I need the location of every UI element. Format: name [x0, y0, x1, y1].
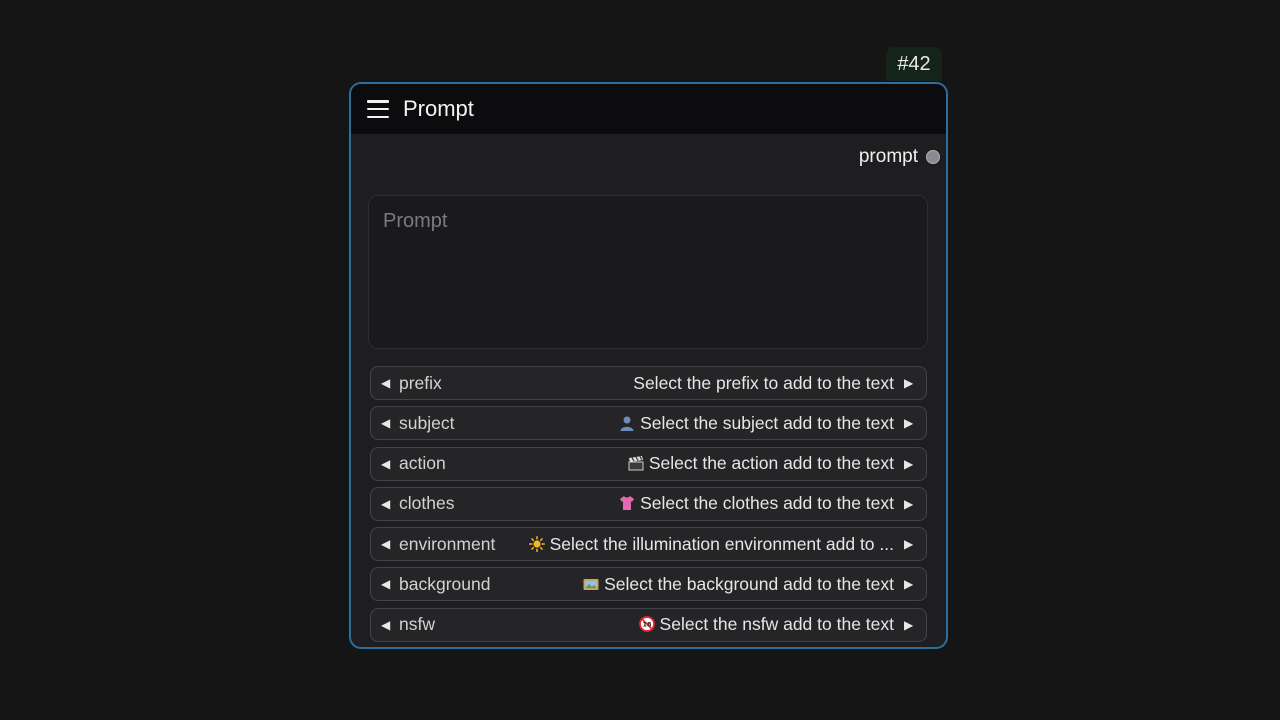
right-arrow-icon[interactable]: ▶	[904, 497, 916, 511]
combo-background[interactable]: ◀ background Select the background add t…	[370, 567, 927, 602]
left-arrow-icon[interactable]: ◀	[381, 618, 393, 632]
prompt-textarea[interactable]	[368, 195, 928, 349]
combo-label: clothes	[399, 493, 455, 514]
node-header[interactable]: Prompt	[351, 84, 946, 134]
output-slot[interactable]: prompt	[859, 146, 940, 168]
sun-icon	[528, 535, 545, 552]
combo-subject[interactable]: ◀ subject Select the subject add to the …	[370, 406, 927, 441]
person-icon	[620, 416, 634, 431]
combo-list: ◀ prefix Select the prefix to add to the…	[370, 366, 927, 647]
hamburger-menu-icon[interactable]	[367, 100, 389, 118]
combo-value[interactable]: Select the subject add to the text	[466, 413, 894, 434]
combo-label: background	[399, 573, 491, 594]
left-arrow-icon[interactable]: ◀	[381, 577, 393, 591]
combo-label: environment	[399, 533, 496, 554]
combo-value[interactable]: Select the background add to the text	[502, 574, 894, 595]
combo-value[interactable]: Select the prefix to add to the text	[454, 373, 894, 394]
combo-label: subject	[399, 412, 455, 433]
combo-value[interactable]: Select the illumination environment add …	[507, 534, 894, 555]
combo-clothes[interactable]: ◀ clothes Select the clothes add to the …	[370, 486, 927, 521]
combo-value[interactable]: 18 Select the nsfw add to the text	[447, 614, 894, 635]
clapperboard-icon	[628, 456, 644, 471]
right-arrow-icon[interactable]: ▶	[904, 457, 916, 471]
combo-value[interactable]: Select the clothes add to the text	[466, 493, 894, 514]
combo-value[interactable]: Select the action add to the text	[458, 453, 894, 474]
combo-label: action	[399, 453, 446, 474]
right-arrow-icon[interactable]: ▶	[904, 577, 916, 591]
node-title: Prompt	[403, 96, 474, 121]
tshirt-icon	[620, 496, 635, 511]
left-arrow-icon[interactable]: ◀	[381, 537, 393, 551]
no-under-18-icon: 18	[638, 616, 655, 633]
svg-text:18: 18	[642, 621, 652, 629]
combo-prefix[interactable]: ◀ prefix Select the prefix to add to the…	[370, 366, 927, 400]
right-arrow-icon[interactable]: ▶	[904, 618, 916, 632]
left-arrow-icon[interactable]: ◀	[381, 376, 393, 390]
framed-picture-icon	[583, 578, 599, 590]
combo-label: prefix	[399, 372, 442, 393]
left-arrow-icon[interactable]: ◀	[381, 497, 393, 511]
left-arrow-icon[interactable]: ◀	[381, 457, 393, 471]
combo-action[interactable]: ◀ action Select the action add to the te…	[370, 446, 927, 481]
output-label: prompt	[858, 146, 918, 167]
left-arrow-icon[interactable]: ◀	[381, 416, 393, 430]
right-arrow-icon[interactable]: ▶	[904, 376, 916, 390]
combo-nsfw[interactable]: ◀ nsfw 18 Select the nsfw add to the tex…	[370, 607, 927, 642]
prompt-node[interactable]: Prompt prompt ◀ prefix Select the prefix…	[349, 82, 948, 649]
output-connector-dot[interactable]	[926, 150, 940, 164]
right-arrow-icon[interactable]: ▶	[904, 416, 916, 430]
combo-environment[interactable]: ◀ environment Select the illumination en…	[370, 527, 927, 562]
right-arrow-icon[interactable]: ▶	[904, 537, 916, 551]
combo-label: nsfw	[399, 614, 435, 635]
node-id-badge: #42	[886, 47, 942, 81]
